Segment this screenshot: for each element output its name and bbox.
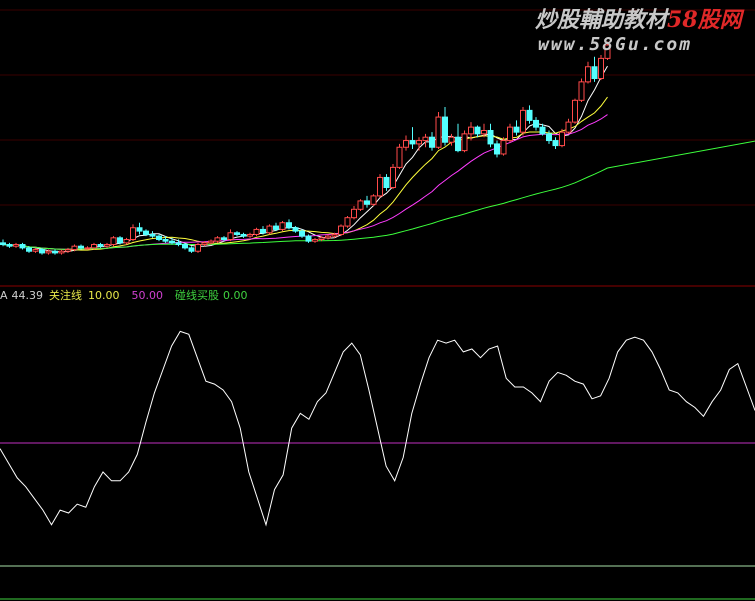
candle [214,236,221,243]
candle [520,107,526,136]
candle [240,232,247,238]
candle [487,123,494,148]
candle [279,221,286,232]
candle [156,234,162,242]
candle [364,195,370,208]
candle [442,107,448,146]
oscillator-series [0,330,755,527]
candle [344,216,351,228]
candle [65,247,71,253]
ma-line-10 [2,96,608,251]
candlestick-series [0,41,611,255]
candle [377,174,383,198]
candle [247,232,253,238]
candle [552,137,559,149]
candle [565,118,572,134]
indicator-reference-lines [0,442,755,600]
candle [84,246,91,250]
candle [357,199,364,211]
candle [305,234,312,243]
watermark-url: www.58Gu.com [538,34,692,55]
indicator-header: A 44.39 关注线 10.00 50.00 碰线买股 0.00 [0,288,248,302]
candle [572,98,578,124]
candle [429,132,435,151]
candle [390,164,396,190]
indicator-value-prefix: A [0,289,8,302]
candle [591,56,598,82]
candle [266,224,273,235]
buy-signal-label: 碰线买股 [175,288,219,302]
candle [461,130,468,153]
candle [260,226,266,235]
candle [195,242,201,253]
candle [435,112,442,149]
candle [6,242,13,248]
candle [513,120,520,136]
candle [526,105,533,124]
candle [383,174,390,191]
candle [416,137,422,151]
watermark-text-b: 58股网 [667,7,745,33]
ma-line-5 [2,65,608,253]
candle [208,239,214,245]
candle [104,242,110,248]
candle [227,229,234,242]
focus-line-value: 10.00 [88,289,120,302]
svg-text:炒股輔助教材58股网: 炒股輔助教材58股网 [535,7,745,33]
candle [188,246,195,253]
buy-signal-value: 0.00 [223,289,248,302]
oscillator-line [0,330,755,527]
candle [338,224,344,237]
candle [422,133,429,148]
candle [533,117,539,131]
candle [578,78,585,102]
candle [13,242,19,248]
candle [598,55,604,81]
candle [273,222,279,232]
candle [351,205,357,220]
candle [585,61,591,84]
watermark-text-a: 炒股輔助教材 [535,7,671,33]
candle [117,236,123,245]
candle [299,229,305,238]
candle [474,125,481,138]
ma-line-60-extension [607,140,755,169]
focus-line-label: 关注线 [49,288,82,302]
candle [286,219,292,230]
candle [455,123,461,153]
candle [403,135,409,151]
candle [253,227,260,237]
candle [494,140,500,158]
indicator-value: 44.39 [12,289,44,302]
moving-average-lines [2,65,755,253]
candle [136,222,143,235]
mid-line-value: 50.00 [132,289,164,302]
candle [396,143,403,170]
stock-chart: 炒股輔助教材58股网 www.58Gu.com A 44.39 关注线 10.00 50… [0,7,755,600]
candle [325,234,331,240]
candle [507,123,513,143]
candle [123,237,130,245]
candle [312,237,318,243]
watermark: 炒股輔助教材58股网 www.58Gu.com [535,7,745,55]
candle [234,231,240,237]
candle [52,249,58,255]
candle [19,242,26,250]
candle [58,249,65,255]
candle [370,194,377,206]
ma-line-60 [2,167,608,250]
candle [149,231,156,238]
svg-text:A44.39关注线10.0050.00碰线买股0.00: A 44.39 关注线 10.00 50.00 碰线买股 0.00 [0,288,248,302]
candle [409,127,416,149]
candle [110,236,117,247]
candle [130,224,136,242]
